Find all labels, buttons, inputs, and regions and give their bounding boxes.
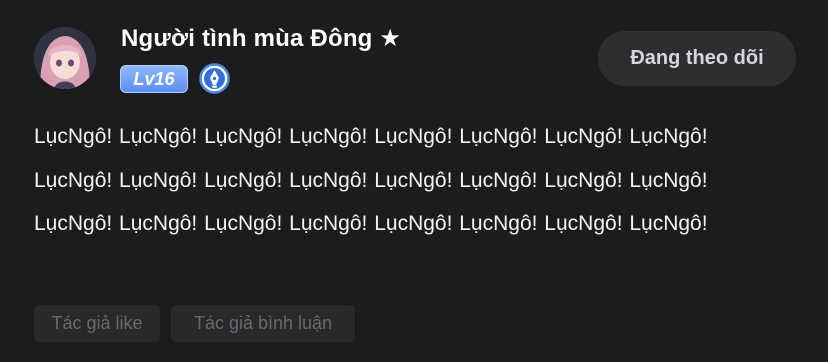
following-button[interactable]: Đang theo dõi — [598, 31, 796, 86]
anime-girl-avatar-icon — [34, 27, 96, 89]
author-like-tag[interactable]: Tác giả like — [34, 305, 160, 342]
comment-text: LụcNgô! LụcNgô! LụcNgô! LụcNgô! LụcNgô! … — [34, 125, 708, 235]
avatar[interactable] — [34, 27, 96, 89]
pen-nib-badge-icon — [199, 63, 230, 94]
username[interactable]: Người tình mùa Đông ★ — [121, 24, 401, 53]
author-comment-tag[interactable]: Tác giả bình luận — [171, 305, 355, 342]
level-badge: Lv16 — [120, 65, 188, 93]
